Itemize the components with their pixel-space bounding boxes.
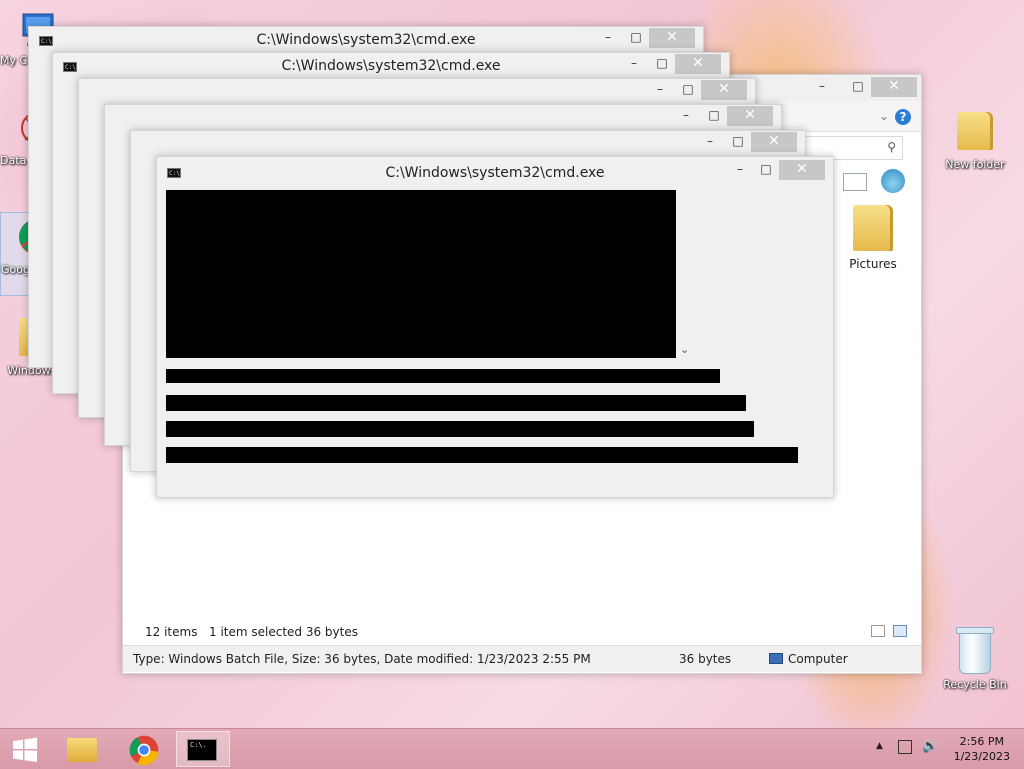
console-output-strip — [166, 421, 754, 437]
clock-time: 2:56 PM — [959, 735, 1004, 748]
title-bar[interactable]: – □ ✕ — [79, 79, 755, 105]
desktop-icon-label: New folder — [945, 158, 1005, 171]
maximize-button[interactable]: □ — [623, 28, 649, 48]
title-bar[interactable]: C:\. C:\Windows\system32\cmd.exe – □ ✕ — [53, 53, 729, 79]
minimize-button[interactable]: – — [697, 132, 723, 152]
clock[interactable]: 2:56 PM 1/23/2023 — [954, 734, 1010, 764]
maximize-button[interactable]: □ — [701, 106, 727, 126]
large-icons-view-icon[interactable] — [893, 625, 907, 637]
taskbar-chrome[interactable] — [116, 731, 170, 767]
windows-logo-icon — [13, 737, 37, 762]
close-button[interactable]: ✕ — [727, 106, 773, 126]
help-icon[interactable]: ? — [895, 109, 911, 125]
details-bar: Type: Windows Batch File, Size: 36 bytes… — [123, 645, 921, 672]
maximize-button[interactable]: □ — [845, 77, 871, 97]
title-bar[interactable]: – □ ✕ — [105, 105, 781, 131]
desktop: My Computer Data Diagram... Google Chrom… — [0, 0, 1024, 728]
close-button[interactable]: ✕ — [675, 54, 721, 74]
taskbar-cmd[interactable]: C:\. — [176, 731, 230, 767]
view-toggle-button[interactable] — [843, 173, 867, 191]
desktop-icon-new-folder[interactable]: New folder — [938, 112, 1012, 171]
maximize-button[interactable]: □ — [675, 80, 701, 100]
taskbar: C:\. ▲ 🔊 2:56 PM 1/23/2023 — [0, 728, 1024, 769]
volume-icon[interactable]: 🔊 — [922, 739, 938, 754]
close-button[interactable]: ✕ — [871, 77, 917, 97]
console-output-strip — [166, 447, 798, 463]
content-item-label: Pictures — [849, 257, 897, 271]
minimize-button[interactable]: – — [727, 160, 753, 180]
cmd-window-front[interactable]: C:\. C:\Windows\system32\cmd.exe – □ ✕ ⌄ — [156, 156, 834, 498]
file-size: 36 bytes — [679, 652, 732, 666]
close-button[interactable]: ✕ — [701, 80, 747, 100]
desktop-icon-recycle-bin[interactable]: Recycle Bin — [938, 627, 1012, 691]
maximize-button[interactable]: □ — [649, 54, 675, 74]
show-hidden-icons-button[interactable]: ▲ — [876, 741, 883, 751]
title-bar[interactable]: – □ ✕ — [131, 131, 805, 157]
scroll-down-arrow[interactable]: ⌄ — [680, 343, 689, 356]
location-label: Computer — [788, 652, 848, 666]
console-output-strip — [166, 395, 746, 411]
items-count: 12 items — [145, 625, 198, 639]
close-button[interactable]: ✕ — [751, 132, 797, 152]
details-view-icon[interactable] — [871, 625, 885, 637]
folder-icon — [955, 112, 995, 154]
close-button[interactable]: ✕ — [779, 160, 825, 180]
content-item-pictures[interactable]: Pictures — [841, 205, 905, 271]
recycle-bin-icon — [955, 627, 995, 674]
minimize-button[interactable]: – — [621, 54, 647, 74]
taskbar-file-explorer[interactable] — [54, 731, 108, 767]
title-bar[interactable]: C:\. C:\Windows\system32\cmd.exe – □ ✕ — [29, 27, 703, 53]
console-output[interactable] — [166, 190, 676, 358]
computer-icon — [769, 653, 783, 664]
minimize-button[interactable]: – — [673, 106, 699, 126]
title-bar[interactable]: C:\. C:\Windows\system32\cmd.exe – □ ✕ — [157, 157, 833, 189]
minimize-button[interactable]: – — [595, 28, 621, 48]
cmd-icon: C:\. — [187, 739, 217, 761]
file-explorer-icon — [67, 738, 97, 762]
start-button[interactable] — [2, 731, 46, 767]
file-details: Type: Windows Batch File, Size: 36 bytes… — [133, 652, 591, 666]
status-bar: 12 items 1 item selected 36 bytes — [123, 621, 921, 643]
maximize-button[interactable]: □ — [725, 132, 751, 152]
chrome-icon — [129, 735, 159, 766]
minimize-button[interactable]: – — [809, 77, 835, 97]
desktop-icon-label: Recycle Bin — [943, 678, 1007, 691]
clock-date: 1/23/2023 — [953, 750, 1010, 763]
search-icon: ⚲ — [887, 140, 896, 154]
pictures-folder-icon — [853, 205, 893, 251]
maximize-button[interactable]: □ — [753, 160, 779, 180]
expand-ribbon-icon[interactable]: ⌄ — [879, 109, 889, 123]
minimize-button[interactable]: – — [647, 80, 673, 100]
console-output-strip — [166, 369, 720, 383]
vertical-scrollbar[interactable]: ⌄ — [676, 190, 694, 358]
network-icon[interactable] — [898, 740, 912, 754]
internet-explorer-icon[interactable] — [881, 169, 905, 193]
close-button[interactable]: ✕ — [649, 28, 695, 48]
selection-info: 1 item selected 36 bytes — [209, 625, 358, 639]
